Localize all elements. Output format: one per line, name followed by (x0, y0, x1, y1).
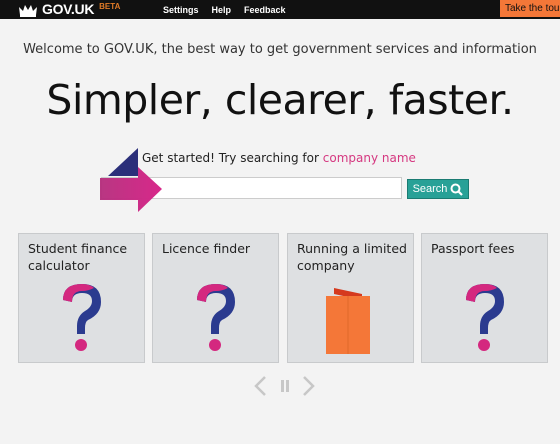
search-button-label: Search (412, 183, 448, 195)
chevron-right-icon[interactable] (302, 375, 316, 397)
search-prompt: Get started! Try searching for company n… (142, 151, 416, 165)
nav-feedback[interactable]: Feedback (244, 5, 286, 15)
logo-text: GOV.UK (42, 1, 95, 17)
top-bar: GOV.UK BETA Settings Help Feedback Take … (0, 0, 560, 19)
govuk-logo[interactable]: GOV.UK BETA (18, 2, 120, 17)
pause-icon[interactable] (279, 375, 291, 397)
card-label: Running a limited company (297, 241, 407, 273)
search-button[interactable]: Search (407, 179, 469, 199)
nav-settings[interactable]: Settings (163, 5, 199, 15)
top-nav: Settings Help Feedback (163, 0, 299, 19)
search-icon (450, 183, 464, 196)
folder-icon (326, 288, 370, 354)
search-prompt-text: Get started! Try searching for (142, 151, 323, 165)
card-label: Student finance calculator (28, 241, 128, 273)
crown-icon (19, 4, 37, 17)
question-mark-icon (197, 284, 235, 351)
nav-help[interactable]: Help (212, 5, 232, 15)
question-mark-icon (466, 284, 504, 351)
card-licence-finder[interactable]: Licence finder (152, 233, 279, 363)
chevron-left-icon[interactable] (253, 375, 267, 397)
page-headline: Simpler, clearer, faster. (46, 76, 514, 124)
search-suggestion-link[interactable]: company name (323, 151, 416, 165)
card-student-finance[interactable]: Student finance calculator (18, 233, 145, 363)
card-limited-company[interactable]: Running a limited company (287, 233, 414, 363)
question-mark-icon (63, 284, 101, 351)
beta-badge: BETA (99, 2, 121, 11)
arrow-pointer-icon (100, 167, 162, 212)
card-passport-fees[interactable]: Passport fees (421, 233, 548, 363)
card-label: Licence finder (162, 241, 251, 256)
take-tour-button[interactable]: Take the tour (500, 0, 560, 17)
card-label: Passport fees (431, 241, 515, 256)
welcome-tagline: Welcome to GOV.UK, the best way to get g… (23, 42, 537, 57)
